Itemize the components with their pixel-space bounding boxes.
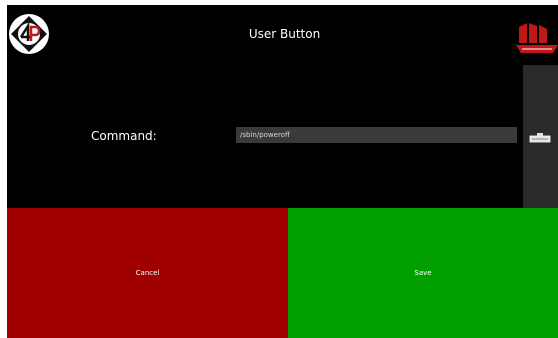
red-ship-logo-icon xyxy=(516,21,558,55)
keyboard-icon xyxy=(529,133,551,143)
command-input[interactable] xyxy=(236,127,517,143)
user-button-screen: User Button Command: Cancel Save xyxy=(7,5,558,338)
save-button[interactable]: Save xyxy=(288,208,558,338)
command-label: Command: xyxy=(91,129,157,143)
page-title: User Button xyxy=(248,27,321,41)
keyboard-button[interactable] xyxy=(523,65,558,208)
cancel-button[interactable]: Cancel xyxy=(7,208,288,338)
save-button-label: Save xyxy=(414,269,432,277)
cancel-button-label: Cancel xyxy=(135,269,160,277)
